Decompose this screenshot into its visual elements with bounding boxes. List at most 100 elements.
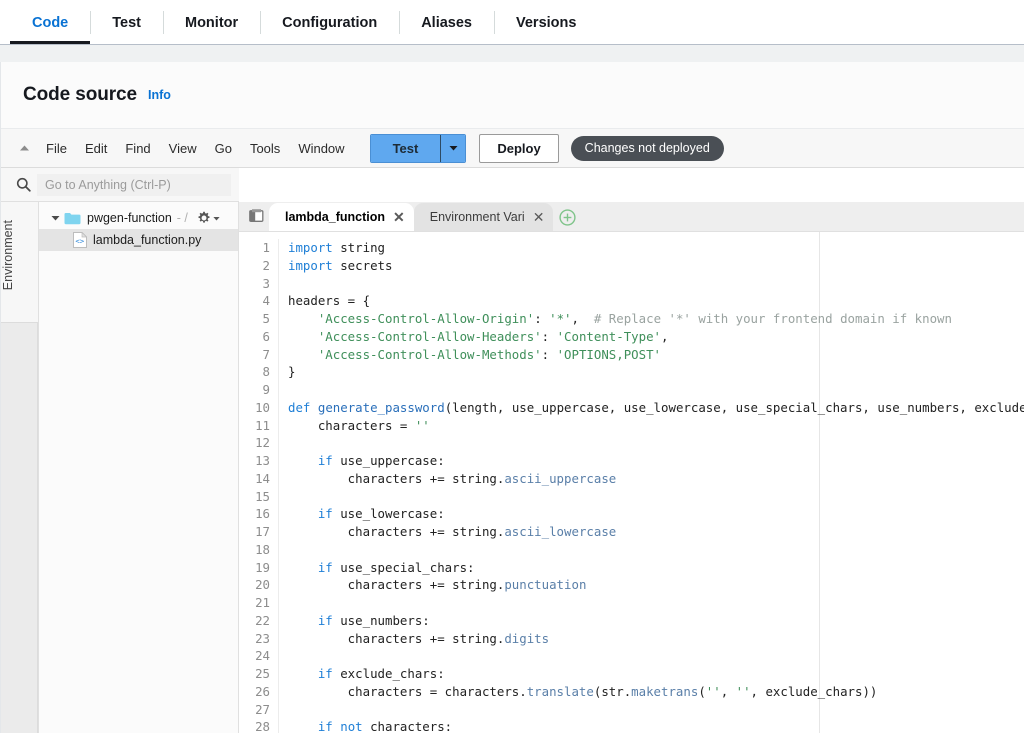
tab-aliases-label: Aliases (421, 14, 472, 31)
line-number: 23 (255, 630, 270, 646)
line-number: 4 (262, 293, 270, 309)
line-number: 22 (255, 612, 270, 628)
editor-tab-label: lambda_function (285, 210, 386, 224)
editor-tab-lambda-function[interactable]: lambda_function ✕ (269, 203, 414, 231)
go-to-anything-row (1, 168, 239, 202)
close-icon[interactable]: ✕ (393, 210, 405, 224)
line-number: 11 (255, 417, 270, 433)
code-lines[interactable]: import string import secrets headers = { … (279, 239, 1024, 733)
editor-tab-label: Environment Vari (429, 210, 525, 224)
menu-item-window[interactable]: Window (289, 137, 353, 160)
line-number: 21 (255, 595, 270, 610)
test-dropdown-caret-icon[interactable] (440, 134, 466, 162)
folder-path: - / (176, 211, 188, 225)
rail-item-environment[interactable]: Environment (1, 220, 38, 290)
file-explorer: pwgen-function - / <> lambda_function.py (39, 202, 239, 733)
test-button[interactable]: Test (369, 133, 467, 163)
code-line: if use_uppercase: (317, 453, 445, 468)
tab-code[interactable]: Code (10, 0, 91, 45)
line-number: 12 (255, 435, 270, 451)
tab-test[interactable]: Test (90, 0, 163, 45)
editor-tab-environment-variables[interactable]: Environment Vari ✕ (413, 203, 554, 231)
code-line: import string (288, 240, 385, 255)
python-file-icon: <> (73, 232, 87, 248)
deploy-button[interactable]: Deploy (479, 133, 559, 163)
search-input[interactable] (37, 173, 231, 196)
line-number: 5 (262, 311, 270, 326)
menu-item-view[interactable]: View (160, 137, 206, 160)
line-number: 19 (255, 559, 270, 575)
menu-item-go[interactable]: Go (206, 137, 241, 160)
tab-monitor[interactable]: Monitor (163, 0, 260, 45)
line-number: 24 (255, 648, 270, 664)
code-line: import secrets (288, 257, 393, 273)
line-number: 27 (255, 701, 270, 717)
line-number: 6 (262, 328, 270, 344)
code-editor[interactable]: 1 2 3 4 5 6 7 8 9 10 11 12 13 14 15 16 17 18 19 20 21 22 23 24 2… (239, 232, 1024, 733)
tab-test-label: Test (112, 14, 141, 31)
split-panel-icon[interactable] (243, 203, 269, 229)
tab-versions[interactable]: Versions (494, 0, 598, 45)
line-number: 28 (255, 719, 270, 733)
info-link[interactable]: Info (148, 88, 171, 102)
search-icon[interactable] (9, 177, 37, 192)
line-number: 14 (255, 470, 270, 486)
line-number: 9 (262, 382, 270, 397)
code-line: if exclude_chars: (317, 666, 445, 681)
code-line: 'Access-Control-Allow-Methods': 'OPTIONS… (317, 346, 661, 362)
code-content: 1 2 3 4 5 6 7 8 9 10 11 12 13 14 15 16 17 18 19 20 21 22 23 24 2… (239, 232, 1024, 733)
line-number: 15 (255, 488, 270, 504)
code-line: if not characters: (317, 719, 453, 733)
add-tab-icon[interactable] (553, 203, 581, 231)
tree-row-file[interactable]: <> lambda_function.py (39, 229, 238, 251)
code-line: headers = { (288, 293, 371, 309)
code-line: characters += string.ascii_uppercase (288, 470, 617, 486)
code-line: } (288, 364, 296, 380)
tab-code-label: Code (32, 14, 69, 31)
editor-area: lambda_function ✕ Environment Vari ✕ 1 2… (239, 202, 1024, 733)
menu-item-edit[interactable]: Edit (76, 137, 116, 160)
left-rail: Environment (1, 202, 39, 733)
menu-item-find[interactable]: Find (116, 137, 159, 160)
gear-icon[interactable] (197, 211, 220, 225)
line-number: 26 (255, 683, 270, 699)
code-source-card: Code source Info File Edit Find View Go … (0, 62, 1024, 733)
tree-row-folder[interactable]: pwgen-function - / (39, 207, 238, 229)
close-icon[interactable]: ✕ (533, 210, 545, 224)
line-number: 18 (255, 541, 270, 557)
code-line: characters += string.ascii_lowercase (288, 524, 617, 539)
status-badge: Changes not deployed (570, 135, 724, 161)
page-gap (0, 45, 1024, 62)
line-number: 13 (255, 453, 270, 468)
menu-item-file[interactable]: File (37, 137, 76, 160)
code-line: 'Access-Control-Allow-Headers': 'Content… (317, 328, 669, 344)
rail-panel (1, 322, 38, 733)
file-name: lambda_function.py (93, 233, 202, 247)
code-line: characters = characters.translate(str.ma… (288, 683, 878, 699)
function-tab-bar: Code Test Monitor Configuration Aliases … (0, 0, 1024, 45)
tab-aliases[interactable]: Aliases (399, 0, 494, 45)
chevron-down-icon[interactable] (51, 215, 64, 221)
page-title: Code source (23, 84, 137, 105)
line-number: 16 (255, 506, 270, 522)
tab-bar-divider (0, 44, 1024, 45)
ide-action-group: Test Deploy Changes not deployed (369, 133, 724, 163)
code-line: def generate_password(length, use_upperc… (288, 399, 1024, 415)
code-line: if use_lowercase: (317, 506, 445, 522)
code-line: characters = '' (288, 417, 430, 433)
menu-item-tools[interactable]: Tools (241, 137, 289, 160)
test-button-label: Test (370, 134, 441, 162)
line-number: 2 (262, 257, 270, 273)
code-line: if use_special_chars: (317, 559, 475, 575)
ide-body: Environment pwgen-function - / <> lambda… (1, 202, 1024, 733)
line-number: 3 (262, 275, 270, 291)
code-source-header: Code source Info (1, 62, 1024, 128)
collapse-caret-icon[interactable] (11, 135, 37, 161)
tab-configuration[interactable]: Configuration (260, 0, 399, 45)
